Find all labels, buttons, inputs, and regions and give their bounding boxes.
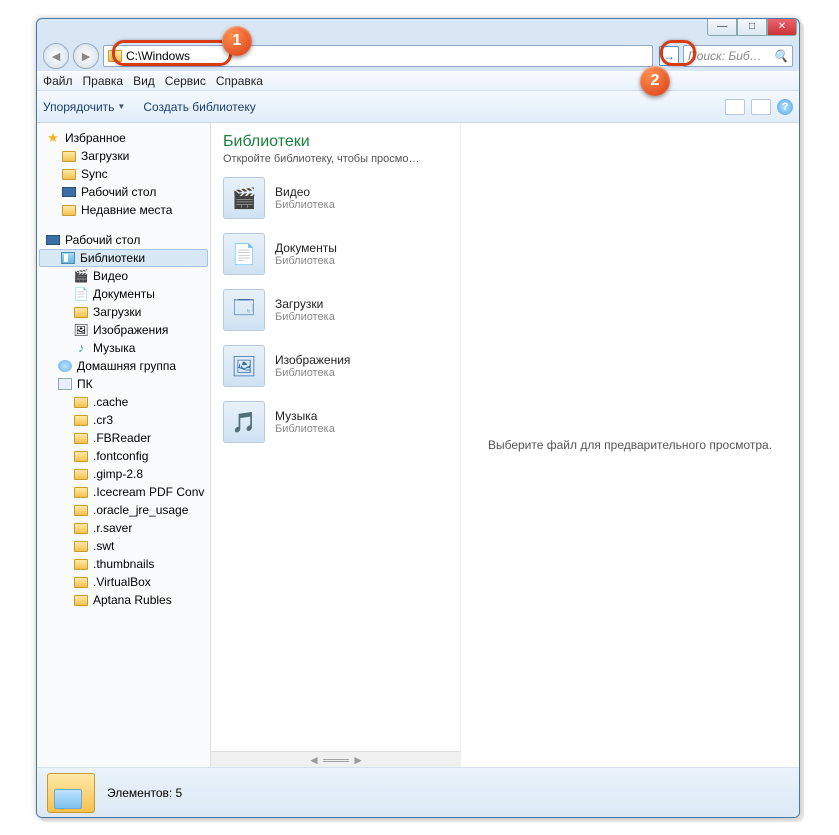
- search-box[interactable]: Поиск: Биб… 🔍: [683, 45, 793, 67]
- library-large-icon: [47, 773, 95, 813]
- folder-icon: [74, 433, 88, 444]
- library-item[interactable]: 📄ДокументыБиблиотека: [223, 233, 448, 275]
- picture-icon: 🖼: [73, 323, 89, 337]
- back-button[interactable]: ◄: [43, 43, 69, 69]
- content-title: Библиотеки: [223, 133, 448, 151]
- annotation-ring-2: [660, 40, 696, 66]
- sidebar-item-recent[interactable]: Недавние места: [37, 201, 210, 219]
- close-button[interactable]: ✕: [767, 18, 797, 36]
- library-item[interactable]: 🖼ИзображенияБиблиотека: [223, 345, 448, 387]
- folder-icon: [62, 205, 76, 216]
- library-item[interactable]: 🎵МузыкаБиблиотека: [223, 401, 448, 443]
- sidebar-favorites[interactable]: ★Избранное: [37, 129, 210, 147]
- folder-icon: [62, 169, 76, 180]
- preview-pane-button[interactable]: [751, 99, 771, 115]
- search-placeholder: Поиск: Биб…: [688, 49, 762, 63]
- navigation-pane[interactable]: ★Избранное Загрузки Sync Рабочий стол Не…: [37, 123, 211, 767]
- content-subtitle: Откройте библиотеку, чтобы просмо…: [223, 153, 448, 165]
- forward-button[interactable]: ►: [73, 43, 99, 69]
- help-button[interactable]: ?: [777, 99, 793, 115]
- sidebar-item-downloads[interactable]: Загрузки: [37, 147, 210, 165]
- sidebar-folder[interactable]: .cr3: [37, 411, 210, 429]
- desktop-icon: [62, 187, 76, 197]
- folder-icon: [74, 595, 88, 606]
- library-list: Библиотеки Откройте библиотеку, чтобы пр…: [211, 123, 461, 751]
- music-icon: 🎵: [223, 401, 265, 443]
- sidebar-item-documents[interactable]: 📄Документы: [37, 285, 210, 303]
- menu-edit[interactable]: Правка: [83, 74, 124, 88]
- sidebar-item-music[interactable]: ♪Музыка: [37, 339, 210, 357]
- titlebar: — □ ✕: [37, 19, 799, 41]
- folder-icon: [74, 523, 88, 534]
- view-options-button[interactable]: [725, 99, 745, 115]
- sidebar-libraries[interactable]: Библиотеки: [39, 249, 208, 267]
- folder-icon: [74, 541, 88, 552]
- library-icon: [61, 252, 75, 264]
- folder-icon: [74, 397, 88, 408]
- sidebar-folder[interactable]: .r.saver: [37, 519, 210, 537]
- search-icon: 🔍: [773, 49, 788, 63]
- picture-icon: 🖼: [223, 345, 265, 387]
- document-icon: 📄: [73, 287, 89, 301]
- folder-icon: [74, 307, 88, 318]
- sidebar-folder[interactable]: .swt: [37, 537, 210, 555]
- menu-help[interactable]: Справка: [216, 74, 263, 88]
- library-item[interactable]: 🎬ВидеоБиблиотека: [223, 177, 448, 219]
- video-icon: 🎬: [223, 177, 265, 219]
- folder-icon: [74, 469, 88, 480]
- desktop-icon: [46, 235, 60, 245]
- homegroup-icon: [58, 360, 72, 372]
- music-icon: ♪: [73, 341, 89, 355]
- sidebar-item-sync[interactable]: Sync: [37, 165, 210, 183]
- sidebar-folder[interactable]: Aptana Rubles: [37, 591, 210, 609]
- create-library-button[interactable]: Создать библиотеку: [143, 100, 255, 114]
- sidebar-folder[interactable]: .Icecream PDF Conv: [37, 483, 210, 501]
- sidebar-item-downloads2[interactable]: Загрузки: [37, 303, 210, 321]
- menu-view[interactable]: Вид: [133, 74, 155, 88]
- video-icon: 🎬: [73, 269, 89, 283]
- menu-file[interactable]: Файл: [43, 74, 73, 88]
- annotation-ring-1: [112, 40, 232, 66]
- menu-tools[interactable]: Сервис: [165, 74, 206, 88]
- item-count: Элементов: 5: [107, 786, 182, 800]
- sidebar-homegroup[interactable]: Домашняя группа: [37, 357, 210, 375]
- sidebar-folder[interactable]: .VirtualBox: [37, 573, 210, 591]
- organize-button[interactable]: Упорядочить▼: [43, 100, 125, 114]
- horizontal-scrollbar[interactable]: ◄ ═══ ►: [211, 751, 461, 767]
- document-icon: 📄: [223, 233, 265, 275]
- library-item[interactable]: 🗔ЗагрузкиБиблиотека: [223, 289, 448, 331]
- folder-icon: [74, 505, 88, 516]
- status-bar: Элементов: 5: [37, 767, 799, 817]
- sidebar-folder[interactable]: .gimp-2.8: [37, 465, 210, 483]
- folder-icon: [74, 577, 88, 588]
- sidebar-folder[interactable]: .FBReader: [37, 429, 210, 447]
- sidebar-pc[interactable]: ПК: [37, 375, 210, 393]
- sidebar-folder[interactable]: .fontconfig: [37, 447, 210, 465]
- preview-pane: Выберите файл для предварительного просм…: [461, 123, 799, 767]
- sidebar-item-pictures[interactable]: 🖼Изображения: [37, 321, 210, 339]
- folder-icon: [74, 415, 88, 426]
- sidebar-item-video[interactable]: 🎬Видео: [37, 267, 210, 285]
- chevron-down-icon: ▼: [117, 102, 125, 111]
- content-area: Библиотеки Откройте библиотеку, чтобы пр…: [211, 123, 799, 767]
- annotation-callout-1: 1: [222, 26, 252, 56]
- sidebar-item-desktop[interactable]: Рабочий стол: [37, 183, 210, 201]
- download-icon: 🗔: [223, 289, 265, 331]
- sidebar-folder[interactable]: .cache: [37, 393, 210, 411]
- folder-icon: [62, 151, 76, 162]
- sidebar-folder[interactable]: .oracle_jre_usage: [37, 501, 210, 519]
- folder-icon: [74, 487, 88, 498]
- annotation-callout-2: 2: [640, 66, 670, 96]
- toolbar: Упорядочить▼ Создать библиотеку ?: [37, 91, 799, 123]
- maximize-button[interactable]: □: [737, 18, 767, 36]
- sidebar-desktop[interactable]: Рабочий стол: [37, 231, 210, 249]
- explorer-window: — □ ✕ ◄ ► → Поиск: Биб… 🔍 Файл Правка Ви…: [36, 18, 800, 818]
- sidebar-folder[interactable]: .thumbnails: [37, 555, 210, 573]
- computer-icon: [58, 378, 72, 390]
- folder-icon: [74, 451, 88, 462]
- minimize-button[interactable]: —: [707, 18, 737, 36]
- menu-bar: Файл Правка Вид Сервис Справка: [37, 71, 799, 91]
- folder-icon: [74, 559, 88, 570]
- star-icon: ★: [45, 131, 61, 145]
